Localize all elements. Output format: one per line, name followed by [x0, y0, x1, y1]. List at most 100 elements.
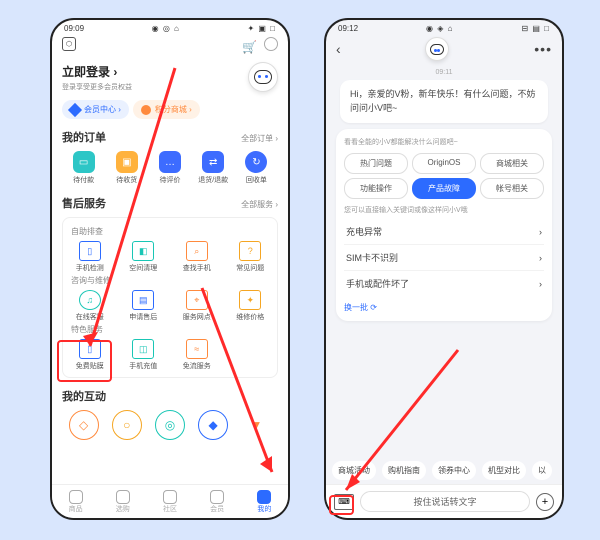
service-card: 自助排查 ▯手机检测 ◧空间清理 ⌕查找手机 ?常见问题 咨询与维修 ♫在线客服… — [62, 217, 278, 378]
bchip-coupon[interactable]: 领券中心 — [432, 461, 476, 480]
list-item-broken[interactable]: 手机或配件坏了› — [344, 271, 544, 296]
inter-2[interactable]: ○ — [112, 410, 142, 440]
location-icon: ⌖ — [186, 290, 208, 310]
inter-1[interactable]: ◇ — [69, 410, 99, 440]
bottom-tabs: 商品 选购 社区 会员 我的 — [52, 484, 288, 518]
order-receive[interactable]: ▣待收货 — [105, 151, 148, 185]
login-subtitle: 登录享受更多会员权益 — [62, 82, 132, 92]
return-icon: ⇄ — [202, 151, 224, 173]
chip-hot[interactable]: 热门问题 — [344, 153, 408, 174]
chip-originos[interactable]: OriginOS — [412, 153, 476, 174]
svc-price[interactable]: ✦维修价格 — [224, 290, 278, 322]
status-icons-left: ◉ ◎ ⌂ — [152, 24, 180, 33]
box-icon: ▣ — [116, 151, 138, 173]
order-recycle[interactable]: ↻回收单 — [235, 151, 278, 185]
hold-to-speak[interactable]: 按住说话转文字 — [360, 491, 530, 512]
user-avatar[interactable] — [248, 62, 278, 92]
svc-phone-check[interactable]: ▯手机检测 — [63, 241, 117, 273]
chat-icon: … — [159, 151, 181, 173]
orders-more[interactable]: 全部订单 › — [241, 133, 278, 144]
tab-shop[interactable]: 选购 — [116, 490, 130, 514]
statusbar: 09:09 ◉ ◎ ⌂ ✦ ▣ □ — [52, 20, 288, 33]
svc-outlets[interactable]: ⌖服务网点 — [170, 290, 224, 322]
status-icons-r-r: ⊟ ▤ □ — [521, 24, 550, 33]
circles-icon — [116, 490, 130, 504]
bchip-tradein[interactable]: 以 — [532, 461, 552, 480]
timestamp: 09:11 — [326, 69, 562, 76]
quick-card: 看看全能的小V都能解决什么问题吧~ 热门问题 OriginOS 商城相关 功能操… — [336, 129, 552, 321]
diamond-tab-icon — [210, 490, 224, 504]
svc-online-support[interactable]: ♫在线客服 — [63, 290, 117, 322]
person-icon — [257, 490, 271, 504]
card-subtitle: 看看全能的小V都能解决什么问题吧~ — [344, 137, 544, 147]
phone-left: 09:09 ◉ ◎ ⌂ ✦ ▣ □ ⬡ 🛒 立即登录 › 登录享受更多会员权益 — [50, 18, 290, 520]
app-badge-icon[interactable]: ⬡ — [62, 37, 76, 51]
inter-3[interactable]: ◎ — [155, 410, 185, 440]
doc-icon: ▤ — [132, 290, 154, 310]
order-pay[interactable]: ▭待付款 — [62, 151, 105, 185]
tab-community[interactable]: 社区 — [163, 490, 177, 514]
member-center-pill[interactable]: 会员中心 › — [62, 100, 129, 119]
status-time-r: 09:12 — [338, 24, 358, 33]
list-item-sim[interactable]: SIM卡不识别› — [344, 245, 544, 271]
service-more[interactable]: 全部服务 › — [241, 199, 278, 210]
chip-fault[interactable]: 产品故障 — [412, 178, 476, 199]
inter-5[interactable]: ▼ — [241, 410, 271, 440]
points-mall-pill[interactable]: 积分商城 › — [133, 100, 200, 119]
coin-icon — [141, 105, 151, 115]
svc-topup[interactable]: ◫手机充值 — [117, 339, 171, 371]
chip-mall[interactable]: 商城相关 — [480, 153, 544, 174]
cart-icon[interactable]: 🛒 — [242, 40, 257, 54]
keyboard-button[interactable]: ⌨ — [334, 494, 354, 510]
diamond-icon — [68, 102, 82, 116]
bot-face-icon — [254, 70, 272, 84]
community-icon — [163, 490, 177, 504]
grp1-title: 自助排查 — [71, 226, 277, 237]
refresh-batch[interactable]: 换一批 ⟳ — [344, 302, 377, 313]
bchip-compare[interactable]: 机型对比 — [482, 461, 526, 480]
order-review[interactable]: …待评价 — [148, 151, 191, 185]
wallet-icon: ▭ — [73, 151, 95, 173]
back-button[interactable]: ‹ — [336, 41, 341, 57]
svc-apply[interactable]: ▤申请售后 — [117, 290, 171, 322]
topup-icon: ◫ — [132, 339, 154, 359]
bottom-chip-scroller[interactable]: 商城活动 购机指南 领券中心 机型对比 以 — [326, 457, 562, 484]
plus-icon: + — [542, 496, 548, 508]
find-icon: ⌕ — [186, 241, 208, 261]
chevron-right-icon: › — [539, 227, 542, 237]
clean-icon: ◧ — [132, 241, 154, 261]
plus-button[interactable]: + — [536, 493, 554, 511]
login-title[interactable]: 立即登录 › — [62, 63, 132, 80]
bot-face-icon — [430, 44, 444, 55]
chip-function[interactable]: 功能操作 — [344, 178, 408, 199]
freedata-icon: ≈ — [186, 339, 208, 359]
bchip-activity[interactable]: 商城活动 — [332, 461, 376, 480]
more-menu[interactable]: ••• — [534, 41, 552, 57]
list-item-charge[interactable]: 充电异常› — [344, 219, 544, 245]
statusbar-r: 09:12 ◉ ◈ ⌂ ⊟ ▤ □ — [326, 20, 562, 33]
tab-member[interactable]: 会员 — [210, 490, 224, 514]
svc-find[interactable]: ⌕查找手机 — [170, 241, 224, 273]
svc-clean[interactable]: ◧空间清理 — [117, 241, 171, 273]
bchip-guide[interactable]: 购机指南 — [382, 461, 426, 480]
recycle-icon: ↻ — [245, 151, 267, 173]
svc-film[interactable]: ▯免费贴膜 — [63, 339, 117, 371]
orders-row: ▭待付款 ▣待收货 …待评价 ⇄退货/退款 ↻回收单 — [62, 151, 278, 185]
greeting-bubble: Hi，亲爱的V粉，新年快乐！有什么问题，不妨问问小V吧~ — [340, 80, 548, 123]
tab-mine[interactable]: 我的 — [257, 490, 271, 514]
status-time: 09:09 — [64, 24, 84, 33]
grp2-title: 咨询与维修 — [71, 275, 277, 286]
chip-account[interactable]: 帐号相关 — [480, 178, 544, 199]
order-return[interactable]: ⇄退货/退款 — [192, 151, 235, 185]
chat-avatar — [425, 37, 449, 61]
svc-faq[interactable]: ?常见问题 — [224, 241, 278, 273]
heart-icon — [69, 490, 83, 504]
grp3-title: 特色服务 — [71, 324, 277, 335]
film-icon: ▯ — [79, 339, 101, 359]
svc-freedata[interactable]: ≈免流服务 — [170, 339, 224, 371]
status-icons-right: ✦ ▣ □ — [247, 24, 276, 33]
message-icon[interactable] — [264, 37, 278, 51]
chevron-right-icon: › — [539, 253, 542, 263]
inter-4[interactable]: ◆ — [198, 410, 228, 440]
tab-home[interactable]: 商品 — [69, 490, 83, 514]
